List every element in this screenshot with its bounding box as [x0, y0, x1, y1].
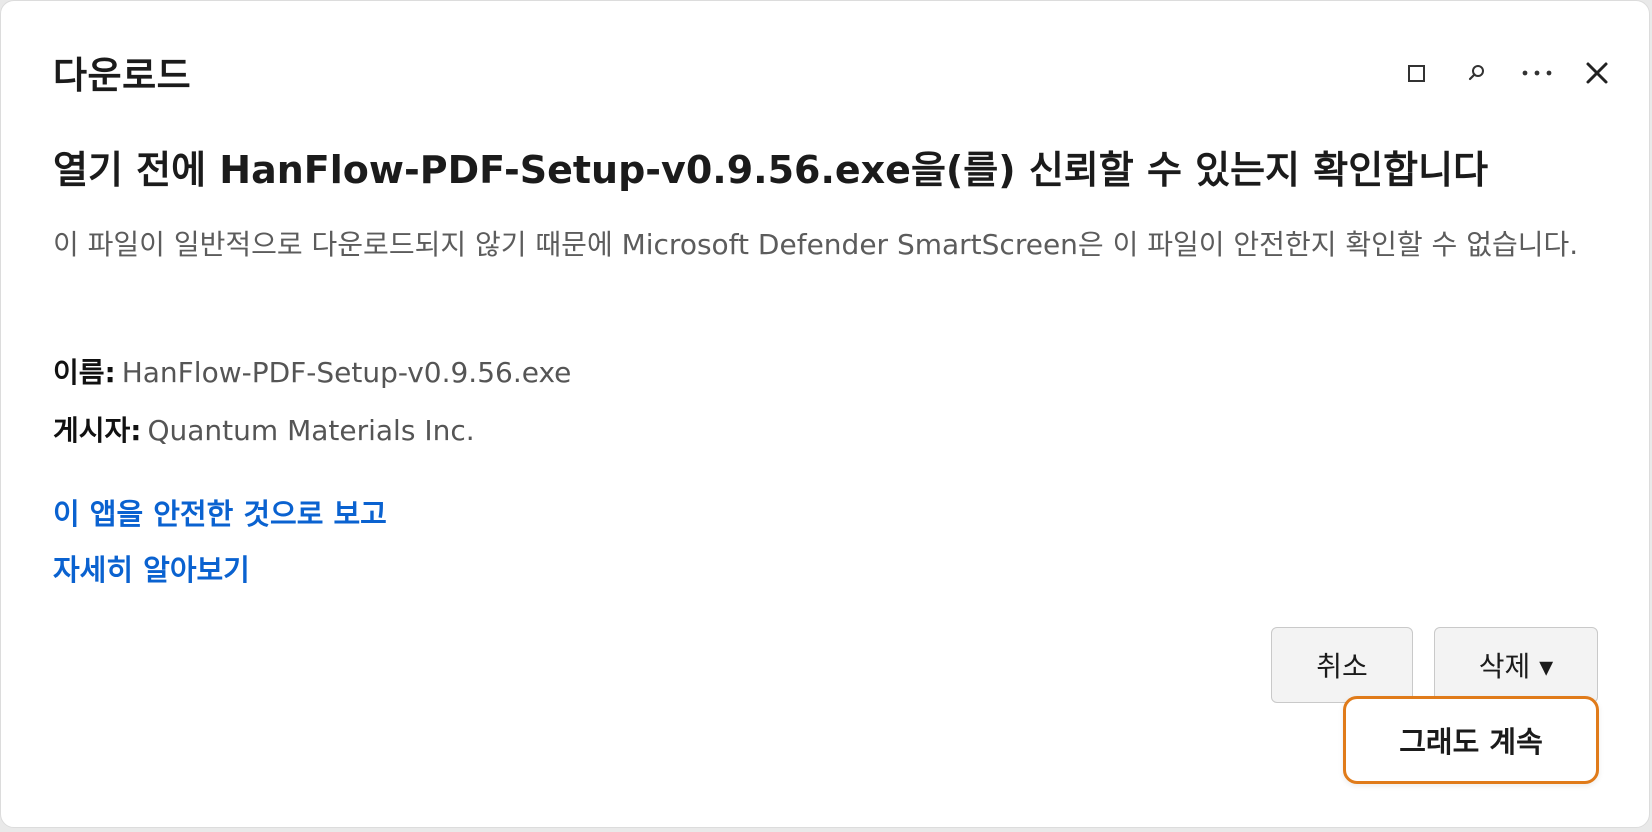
file-name-label: 이름: — [53, 356, 116, 389]
continue-anyway-menu-item[interactable]: 그래도 계속 — [1343, 696, 1599, 784]
publisher-row: 게시자: Quantum Materials Inc. — [53, 409, 475, 449]
more-icon[interactable] — [1515, 53, 1559, 93]
close-icon[interactable] — [1575, 53, 1619, 93]
cancel-button[interactable]: 취소 — [1271, 627, 1413, 703]
smartscreen-description: 이 파일이 일반적으로 다운로드되지 않기 때문에 Microsoft Defe… — [53, 228, 1579, 261]
publisher-value: Quantum Materials Inc. — [147, 414, 475, 447]
report-safe-link[interactable]: 이 앱을 안전한 것으로 보고 — [53, 491, 387, 533]
file-name-row: 이름: HanFlow-PDF-Setup-v0.9.56.exe — [53, 351, 571, 391]
learn-more-link[interactable]: 자세히 알아보기 — [53, 547, 250, 589]
search-icon[interactable] — [1455, 53, 1499, 93]
file-name-value: HanFlow-PDF-Setup-v0.9.56.exe — [121, 356, 572, 389]
download-dialog: 다운로드 열기 전에 HanFlow-PDF-Setup-v0.9.56.exe… — [0, 0, 1650, 828]
header-toolbar — [1379, 53, 1619, 93]
maximize-icon[interactable] — [1395, 53, 1439, 93]
delete-dropdown-button[interactable]: 삭제 ▾ — [1434, 627, 1598, 703]
publisher-label: 게시자: — [53, 414, 142, 447]
trust-headline: 열기 전에 HanFlow-PDF-Setup-v0.9.56.exe을(를) … — [53, 148, 1489, 192]
dialog-title: 다운로드 — [53, 54, 192, 97]
